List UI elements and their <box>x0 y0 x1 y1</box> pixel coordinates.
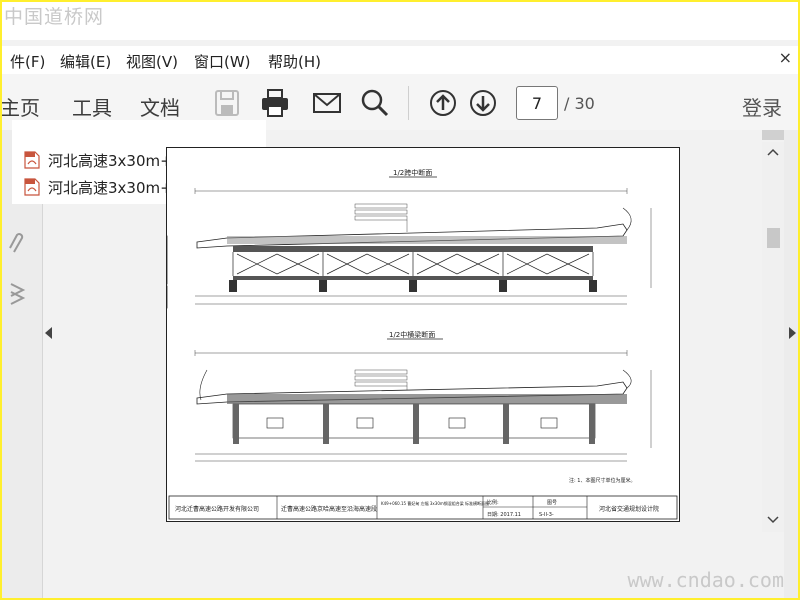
print-icon[interactable] <box>260 88 290 118</box>
search-icon[interactable] <box>360 88 390 118</box>
page-total: / 30 <box>564 94 595 113</box>
tb-company: 河北迁曹高速公路开发有限公司 <box>175 505 259 513</box>
watermark-bottom: www.cndao.com <box>627 568 784 592</box>
tb-scale: 比例: <box>487 499 499 506</box>
collapse-left-icon[interactable] <box>44 326 54 340</box>
menu-bar: 件(F) 编辑(E) 视图(V) 窗口(W) 帮助(H) × <box>2 46 798 74</box>
pdf-file-icon <box>24 151 40 169</box>
next-page-icon[interactable] <box>468 88 498 118</box>
tb-fig-no: S-II-3- <box>539 512 554 518</box>
scroll-up-icon[interactable] <box>767 148 779 156</box>
save-icon[interactable] <box>212 88 242 118</box>
menu-help[interactable]: 帮助(H) <box>268 51 321 72</box>
tb-project: 迁曹高速公路京哈高速至沿海高速段 <box>281 505 377 513</box>
tab-document[interactable]: 文档 <box>140 92 180 121</box>
right-pane-strip <box>784 130 798 598</box>
page-number-input[interactable]: 7 <box>516 86 558 120</box>
section1-title: 1/2跨中断面 <box>393 168 432 177</box>
tb-fig-label: 图号 <box>547 500 557 506</box>
pdf-file-icon <box>24 178 40 196</box>
toolbar-separator <box>408 86 409 120</box>
menu-file[interactable]: 件(F) <box>10 51 45 72</box>
document-page: 1/2跨中断面 1/2中横梁断面 注: 1、本图尺寸单位为厘米。 河北迁曹高速公… <box>166 147 680 522</box>
tab-home[interactable]: 主页 <box>2 92 40 121</box>
vertical-scrollbar[interactable] <box>762 142 784 532</box>
login-button[interactable]: 登录 <box>742 92 782 121</box>
drawing-note: 注: 1、本图尺寸单位为厘米。 <box>569 477 635 484</box>
menu-view[interactable]: 视图(V) <box>126 51 178 72</box>
engineering-drawing: 1/2跨中断面 1/2中横梁断面 注: 1、本图尺寸单位为厘米。 河北迁曹高速公… <box>167 168 678 520</box>
section2-title: 1/2中横梁断面 <box>389 330 435 339</box>
scroll-down-icon[interactable] <box>767 516 779 524</box>
close-icon[interactable]: × <box>779 48 792 67</box>
watermark-top: 中国道桥网 <box>4 6 105 28</box>
tb-drawing-name: K49+060.15 曹妃甸 左幅 3x30m钢混组合梁 标准横断面图 <box>381 500 489 506</box>
tb-date: 日期: 2017.11 <box>487 512 521 518</box>
mail-icon[interactable] <box>312 88 342 118</box>
app-window: 中国道桥网 件(F) 编辑(E) 视图(V) 窗口(W) 帮助(H) × 主页 … <box>2 2 798 598</box>
scrollbar-top-cap <box>762 130 784 140</box>
prev-page-icon[interactable] <box>428 88 458 118</box>
attachment-icon[interactable] <box>8 232 28 256</box>
title-band: 中国道桥网 <box>2 2 798 40</box>
menu-window[interactable]: 窗口(W) <box>194 51 251 72</box>
expand-right-icon[interactable] <box>787 326 797 340</box>
menu-edit[interactable]: 编辑(E) <box>60 51 111 72</box>
scrollbar-thumb[interactable] <box>767 228 780 248</box>
tab-tools[interactable]: 工具 <box>72 92 112 121</box>
layers-icon[interactable] <box>8 280 28 308</box>
tb-designer: 河北省交通规划设计院 <box>599 505 659 513</box>
